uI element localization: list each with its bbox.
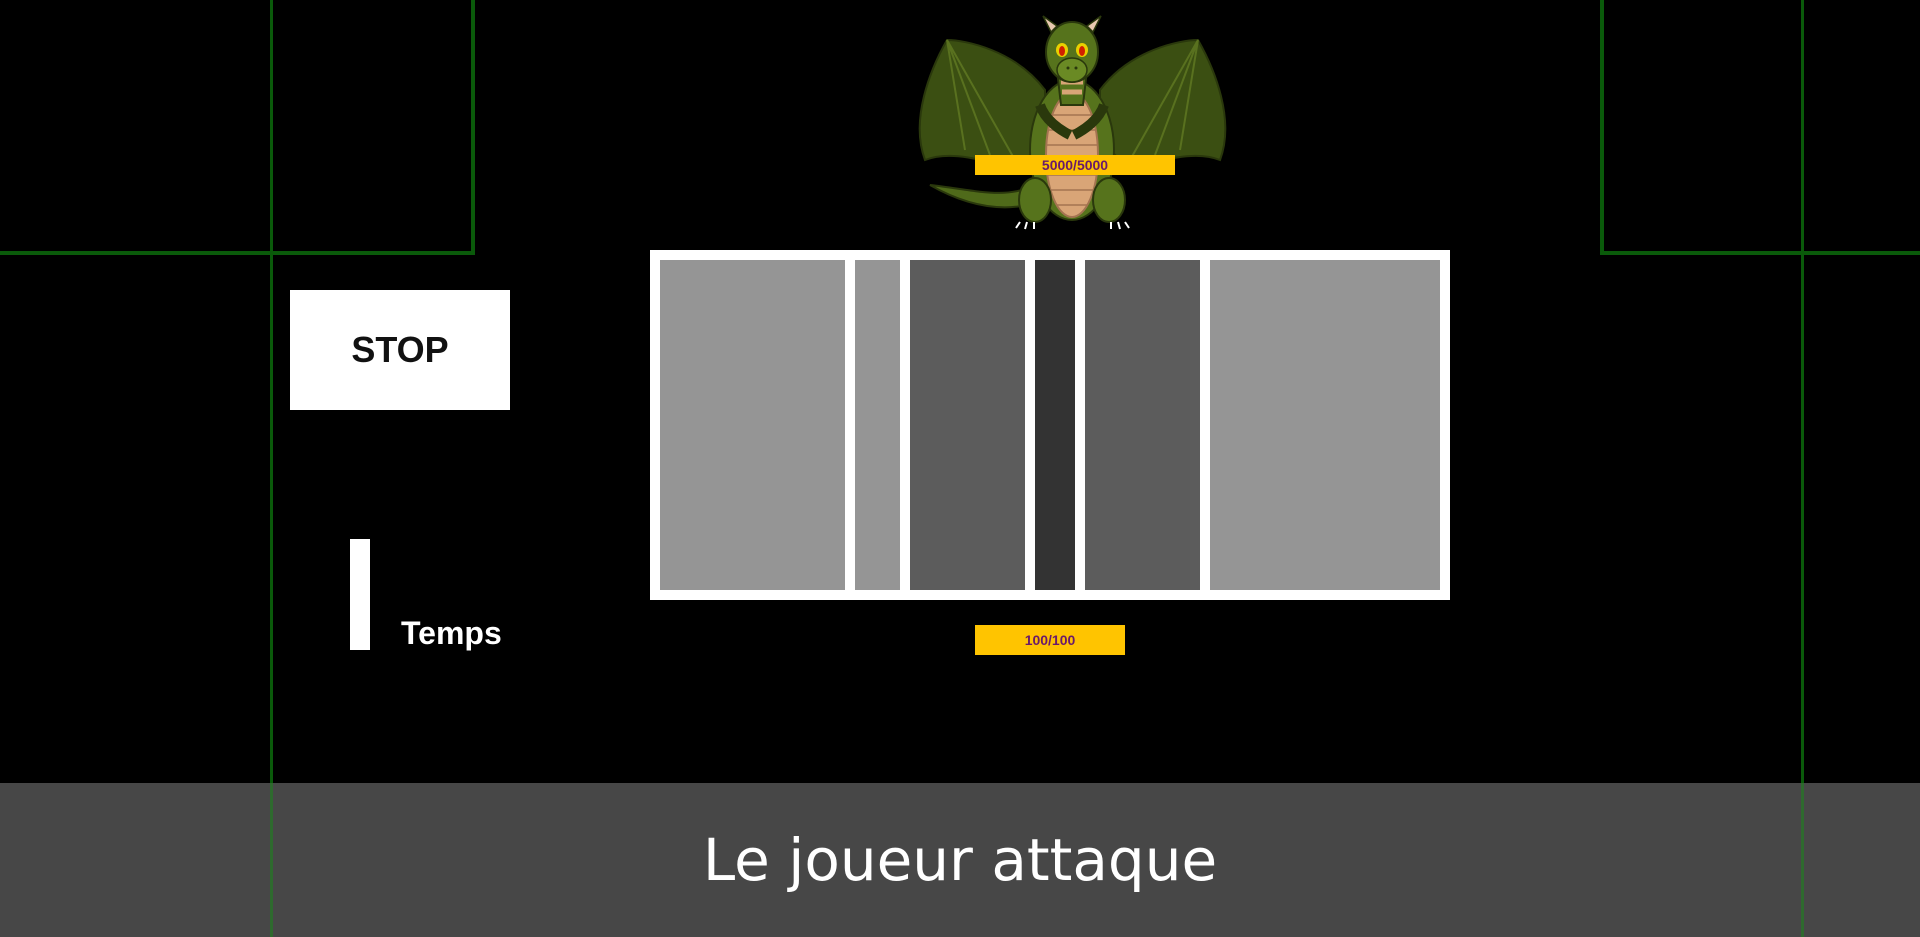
gauge-zone-light <box>1210 260 1440 590</box>
timer-label: Temps <box>401 615 502 651</box>
dragon-icon <box>918 15 1227 230</box>
timer-bar-fill <box>350 539 370 650</box>
grid-line-overlay-left <box>270 783 273 937</box>
attack-gauge <box>650 250 1450 600</box>
timer-bar <box>350 539 370 650</box>
player-health-bar: 100/100 <box>975 625 1125 655</box>
gauge-zone-light <box>855 260 900 590</box>
panel-box-right <box>1600 0 1920 255</box>
gauge-zone-medium <box>1085 260 1200 590</box>
status-message: Le joueur attaque <box>702 826 1218 894</box>
gauge-zone-medium <box>910 260 1025 590</box>
panel-box-left <box>0 0 475 255</box>
grid-line-overlay-right <box>1801 783 1804 937</box>
gauge-zone-dark <box>1035 260 1075 590</box>
stop-button[interactable]: STOP <box>290 290 510 410</box>
status-banner: Le joueur attaque <box>0 783 1920 937</box>
gauge-zone-light <box>660 260 845 590</box>
dragon-health-bar: 5000/5000 <box>975 155 1175 175</box>
